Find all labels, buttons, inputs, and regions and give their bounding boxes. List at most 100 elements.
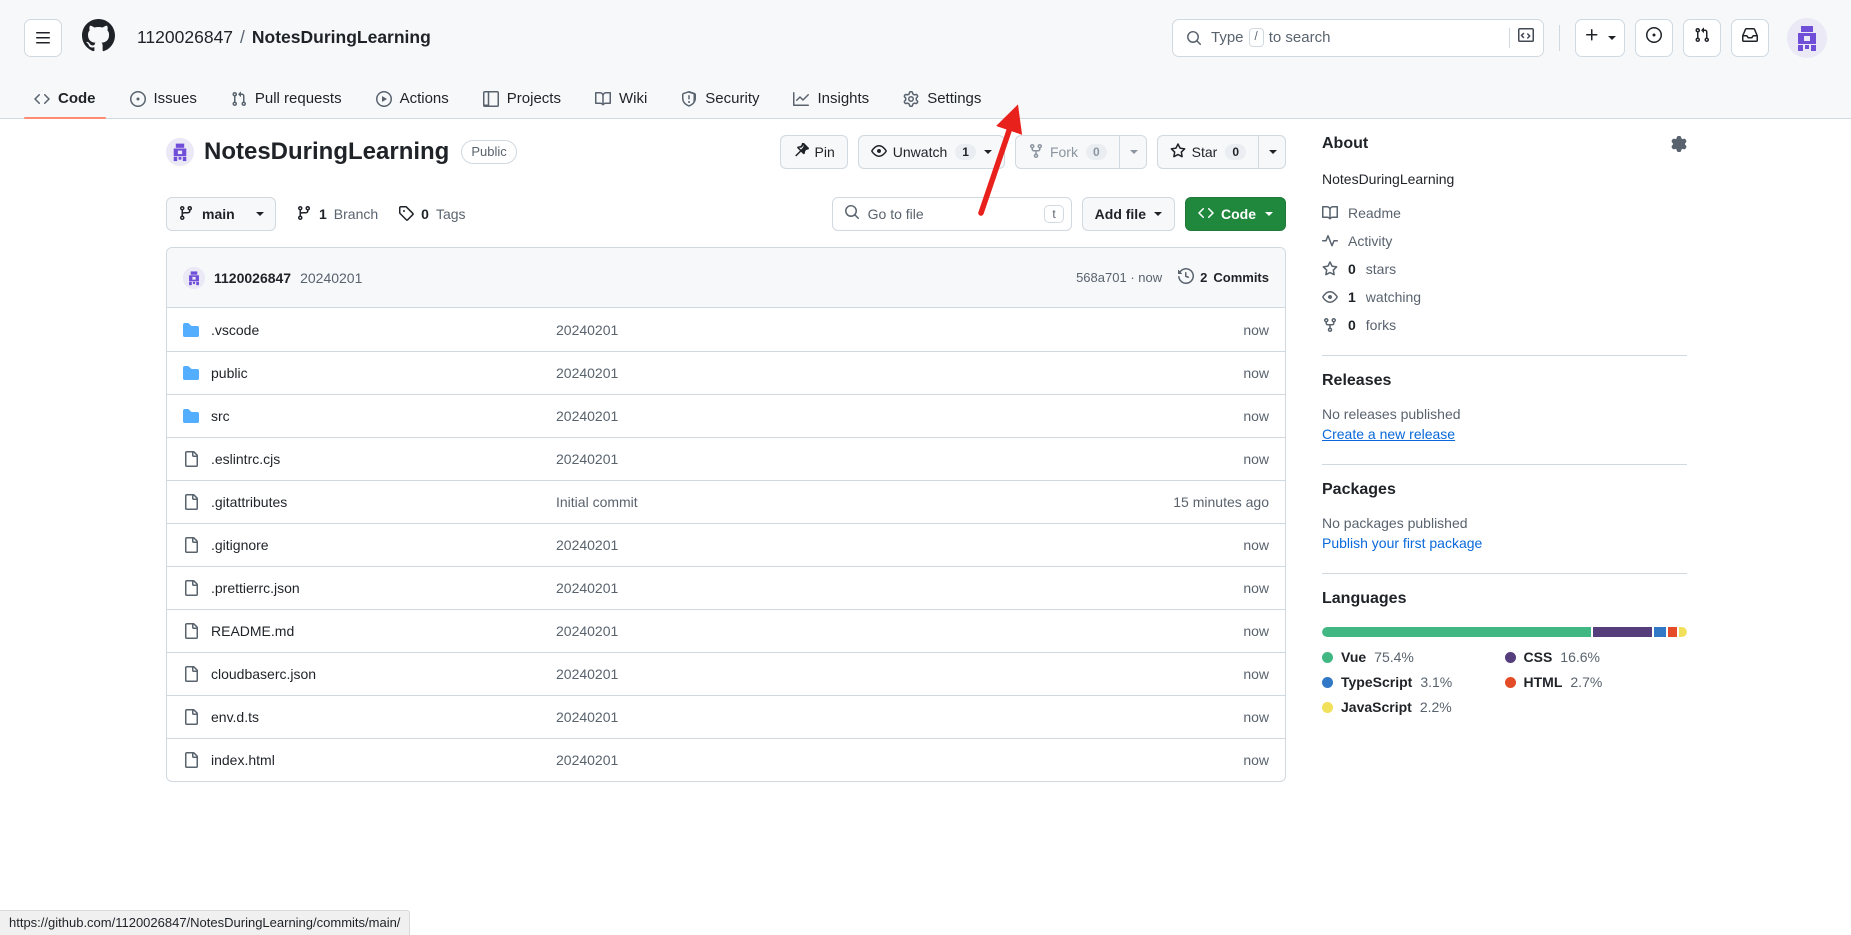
- language-legend-item[interactable]: TypeScript 3.1%: [1322, 674, 1505, 690]
- tab-actions[interactable]: Actions: [366, 90, 459, 118]
- file-name[interactable]: index.html: [211, 752, 556, 768]
- table-row[interactable]: public 20240201 now: [167, 351, 1285, 394]
- go-to-file-input[interactable]: Go to file t: [831, 197, 1072, 231]
- table-row[interactable]: src 20240201 now: [167, 394, 1285, 437]
- commit-author[interactable]: 1120026847: [214, 270, 291, 286]
- file-name[interactable]: public: [211, 365, 556, 381]
- file-name[interactable]: env.d.ts: [211, 709, 556, 725]
- breadcrumb-repo[interactable]: NotesDuringLearning: [252, 27, 431, 48]
- file-name[interactable]: .prettierrc.json: [211, 580, 556, 596]
- file-commit-time: now: [1243, 666, 1269, 682]
- language-legend-item[interactable]: JavaScript 2.2%: [1322, 699, 1505, 715]
- file-commit-time: now: [1243, 408, 1269, 424]
- language-legend-item[interactable]: CSS 16.6%: [1504, 649, 1688, 665]
- file-commit-message[interactable]: 20240201: [556, 537, 1243, 553]
- file-name[interactable]: .eslintrc.cjs: [211, 451, 556, 467]
- github-logo-link[interactable]: [82, 18, 115, 57]
- code-button[interactable]: Code: [1185, 197, 1286, 231]
- create-release-link[interactable]: Create a new release: [1322, 426, 1687, 442]
- hamburger-menu-button[interactable]: [24, 18, 62, 57]
- language-name: HTML: [1523, 674, 1563, 690]
- file-commit-message[interactable]: 20240201: [556, 322, 1243, 338]
- branches-link[interactable]: 1 Branch: [296, 205, 378, 224]
- file-icon: [183, 537, 199, 553]
- commit-hash[interactable]: 568a701 · now: [1076, 270, 1162, 285]
- file-commit-message[interactable]: 20240201: [556, 666, 1243, 682]
- forks-link[interactable]: 0 forks: [1322, 317, 1687, 333]
- add-file-button[interactable]: Add file: [1081, 197, 1175, 231]
- table-row[interactable]: .prettierrc.json 20240201 now: [167, 566, 1285, 609]
- file-commit-time: now: [1243, 321, 1269, 338]
- file-commit-message[interactable]: 20240201: [556, 709, 1243, 725]
- file-commit-message[interactable]: 20240201: [556, 580, 1243, 596]
- file-commit-message[interactable]: 20240201: [556, 451, 1243, 467]
- breadcrumb-owner[interactable]: 1120026847: [137, 27, 233, 48]
- file-icon: [183, 623, 199, 639]
- table-row[interactable]: env.d.ts 20240201 now: [167, 695, 1285, 738]
- table-row[interactable]: .gitignore 20240201 now: [167, 523, 1285, 566]
- stars-link[interactable]: 0 stars: [1322, 261, 1687, 277]
- page-title[interactable]: NotesDuringLearning: [204, 138, 449, 166]
- language-bar-segment: [1593, 627, 1653, 637]
- tab-insights[interactable]: Insights: [783, 90, 879, 118]
- gear-icon[interactable]: [1671, 136, 1687, 152]
- table-row[interactable]: cloudbaserc.json 20240201 now: [167, 652, 1285, 695]
- file-name[interactable]: README.md: [211, 623, 556, 639]
- table-row[interactable]: .gitattributes Initial commit 15 minutes a…: [167, 480, 1285, 523]
- packages-section: Packages No packages published Publish y…: [1322, 465, 1687, 551]
- fork-button[interactable]: Fork 0: [1014, 135, 1119, 169]
- tab-projects[interactable]: Projects: [473, 90, 571, 118]
- table-row[interactable]: index.html 20240201 now: [167, 738, 1285, 781]
- readme-link[interactable]: Readme: [1322, 205, 1687, 221]
- fork-dropdown-button[interactable]: [1118, 135, 1147, 169]
- branch-count: 1: [319, 206, 327, 222]
- file-commit-message[interactable]: 20240201: [556, 752, 1243, 768]
- your-issues-button[interactable]: [1635, 18, 1673, 57]
- tab-wiki[interactable]: Wiki: [585, 90, 657, 118]
- commits-count-link[interactable]: 2 Commits: [1178, 267, 1269, 287]
- your-pull-requests-button[interactable]: [1683, 18, 1721, 57]
- tab-pull-requests[interactable]: Pull requests: [221, 90, 352, 118]
- file-commit-message[interactable]: Initial commit: [556, 494, 1173, 510]
- commit-message[interactable]: 20240201: [300, 270, 362, 286]
- tab-settings[interactable]: Settings: [893, 90, 991, 118]
- file-rows-container: .vscode 20240201 now public 20240201 now src 20…: [167, 308, 1285, 781]
- branch-selector[interactable]: main: [166, 197, 276, 231]
- tab-issues[interactable]: Issues: [120, 90, 207, 118]
- pin-button[interactable]: Pin: [779, 135, 848, 169]
- file-name[interactable]: .gitattributes: [211, 494, 556, 510]
- activity-link[interactable]: Activity: [1322, 233, 1687, 249]
- file-name[interactable]: src: [211, 408, 556, 424]
- language-color-dot: [1322, 701, 1333, 713]
- tab-security[interactable]: Security: [671, 90, 769, 118]
- watching-link[interactable]: 1 watching: [1322, 289, 1687, 305]
- tab-code[interactable]: Code: [24, 90, 106, 119]
- star-button[interactable]: Star 0: [1156, 135, 1258, 169]
- table-row[interactable]: .eslintrc.cjs 20240201 now: [167, 437, 1285, 480]
- avatar[interactable]: [1787, 17, 1827, 58]
- file-commit-message[interactable]: 20240201: [556, 623, 1243, 639]
- star-dropdown-button[interactable]: [1258, 135, 1286, 169]
- book-icon: [1322, 205, 1338, 221]
- notifications-inbox-button[interactable]: [1731, 18, 1769, 57]
- file-name[interactable]: cloudbaserc.json: [211, 666, 556, 682]
- search-placeholder-pre: Type: [1211, 29, 1244, 46]
- latest-commit-bar: 1120026847 20240201 568a701 · now 2 Comm…: [167, 248, 1285, 308]
- publish-package-link[interactable]: Publish your first package: [1322, 535, 1687, 551]
- file-name[interactable]: .gitignore: [211, 537, 556, 553]
- chevron-down-icon: [983, 150, 992, 154]
- table-row[interactable]: .vscode 20240201 now: [167, 308, 1285, 351]
- file-icon: [183, 752, 199, 768]
- table-row[interactable]: README.md 20240201 now: [167, 609, 1285, 652]
- terminal-icon[interactable]: [1518, 27, 1534, 48]
- tag-icon: [398, 205, 414, 224]
- file-commit-message[interactable]: 20240201: [556, 365, 1243, 381]
- file-name[interactable]: .vscode: [211, 322, 556, 338]
- language-legend-item[interactable]: Vue 75.4%: [1322, 649, 1505, 665]
- unwatch-button[interactable]: Unwatch 1: [857, 135, 1005, 169]
- language-legend-item[interactable]: HTML 2.7%: [1504, 674, 1688, 690]
- tags-link[interactable]: 0 Tags: [398, 205, 466, 224]
- file-commit-message[interactable]: 20240201: [556, 408, 1243, 424]
- search-input[interactable]: Type / to search: [1172, 18, 1544, 57]
- create-new-button[interactable]: [1575, 18, 1625, 57]
